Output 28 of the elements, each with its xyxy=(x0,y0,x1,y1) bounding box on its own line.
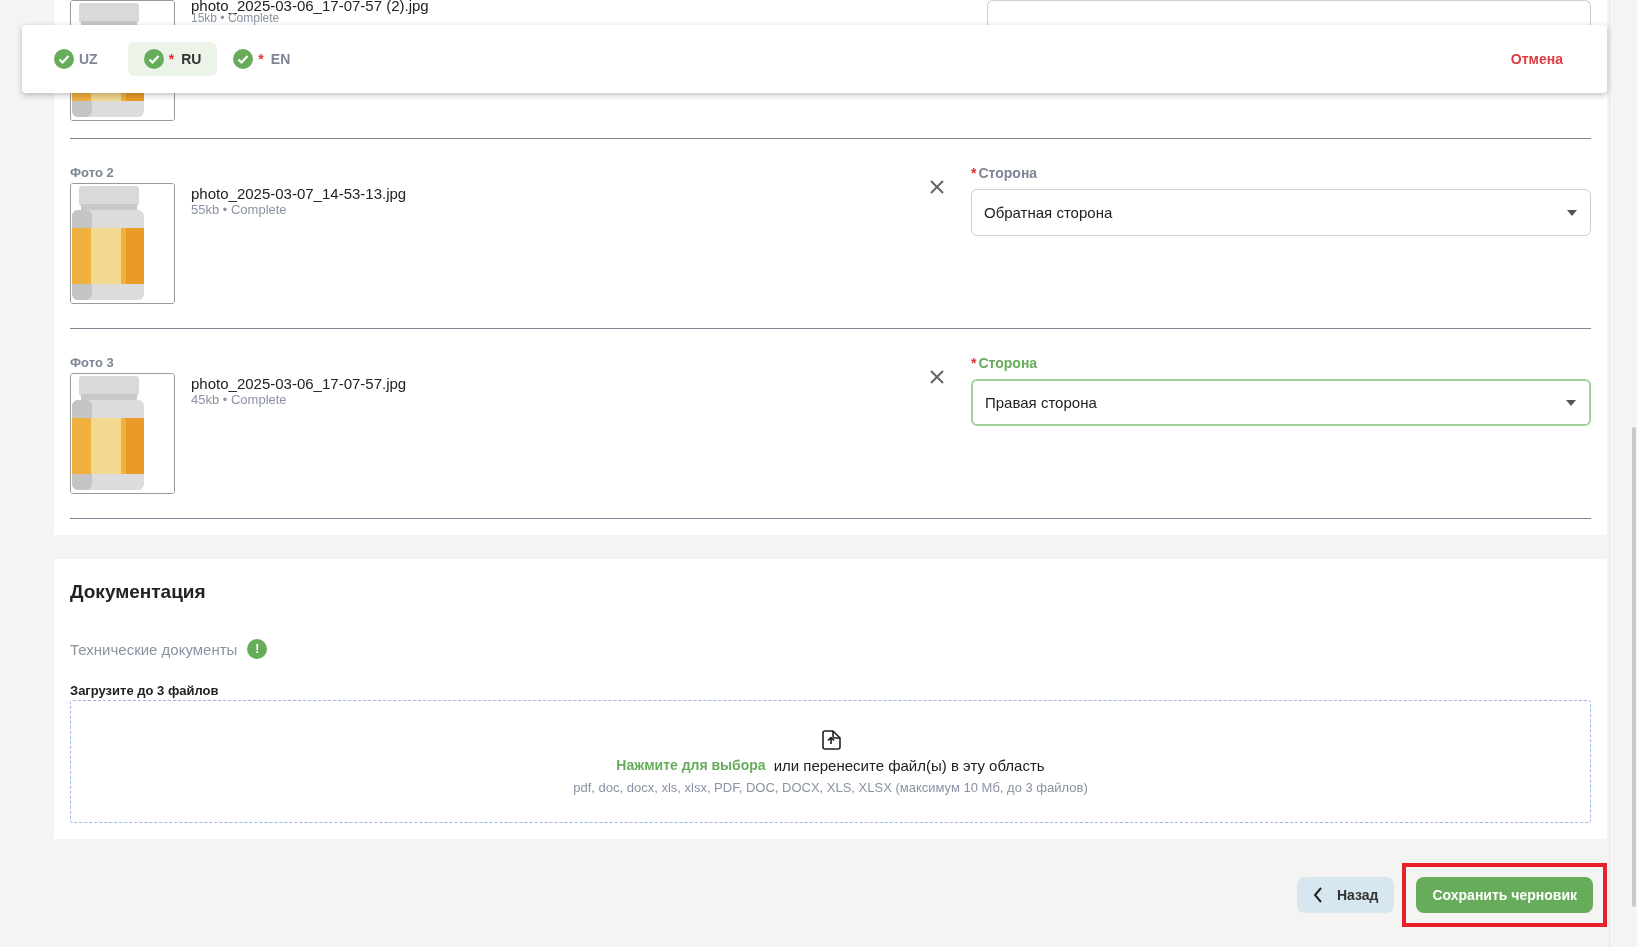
upload-instruction: или перенесите файл(ы) в эту область xyxy=(773,756,1045,774)
cancel-button[interactable]: Отмена xyxy=(1504,50,1569,68)
side-select[interactable]: Правая сторона xyxy=(971,379,1591,426)
photo-label: Фото 2 xyxy=(70,165,115,180)
subsection-title: Технические документы xyxy=(70,640,238,658)
info-badge: ! xyxy=(247,639,268,659)
required-mark: * xyxy=(971,165,977,181)
language-tab[interactable]: * EN xyxy=(231,42,307,76)
file-meta: 15kb • Complete xyxy=(191,13,280,24)
upload-hint: pdf, doc, docx, xls, xlsx, PDF, DOC, DOCX, XLS, XLSX (максимум 10 Мб, до 3 файлов) xyxy=(573,779,1088,795)
section-title: Документация xyxy=(70,581,207,603)
file-name: photo_2025-03-06_17-07-57.jpg xyxy=(191,375,407,392)
file-name: photo_2025-03-06_17-07-57 (2).jpg xyxy=(191,0,429,13)
file-meta: 55kb • Complete xyxy=(191,202,288,217)
required-mark: * xyxy=(971,355,977,371)
field-label: Сторона xyxy=(978,165,1038,181)
required-mark: * xyxy=(168,51,175,67)
field-label: Сторона xyxy=(978,355,1038,371)
photo-label: Фото 3 xyxy=(70,355,115,370)
language-tab[interactable]: * RU xyxy=(127,42,218,76)
file-meta: 45kb • Complete xyxy=(191,392,288,407)
required-mark: * xyxy=(258,51,264,67)
upload-dropzone[interactable]: Нажмите для выбора или перенесите файл(ы) в эту область pdf, doc, docx, xls, xlsx, PDF, DOC, DOCX, XLS, XLSX (максимум 10 Мб, до 3 файлов) xyxy=(70,700,1591,823)
side-select[interactable]: Обратная сторона xyxy=(971,189,1591,236)
file-name: photo_2025-03-07_14-53-13.jpg xyxy=(191,185,407,202)
upload-label: Загрузите до 3 файлов xyxy=(70,683,220,698)
back-button[interactable]: Назад xyxy=(1296,877,1395,913)
language-tab[interactable]: UZ xyxy=(52,42,114,76)
